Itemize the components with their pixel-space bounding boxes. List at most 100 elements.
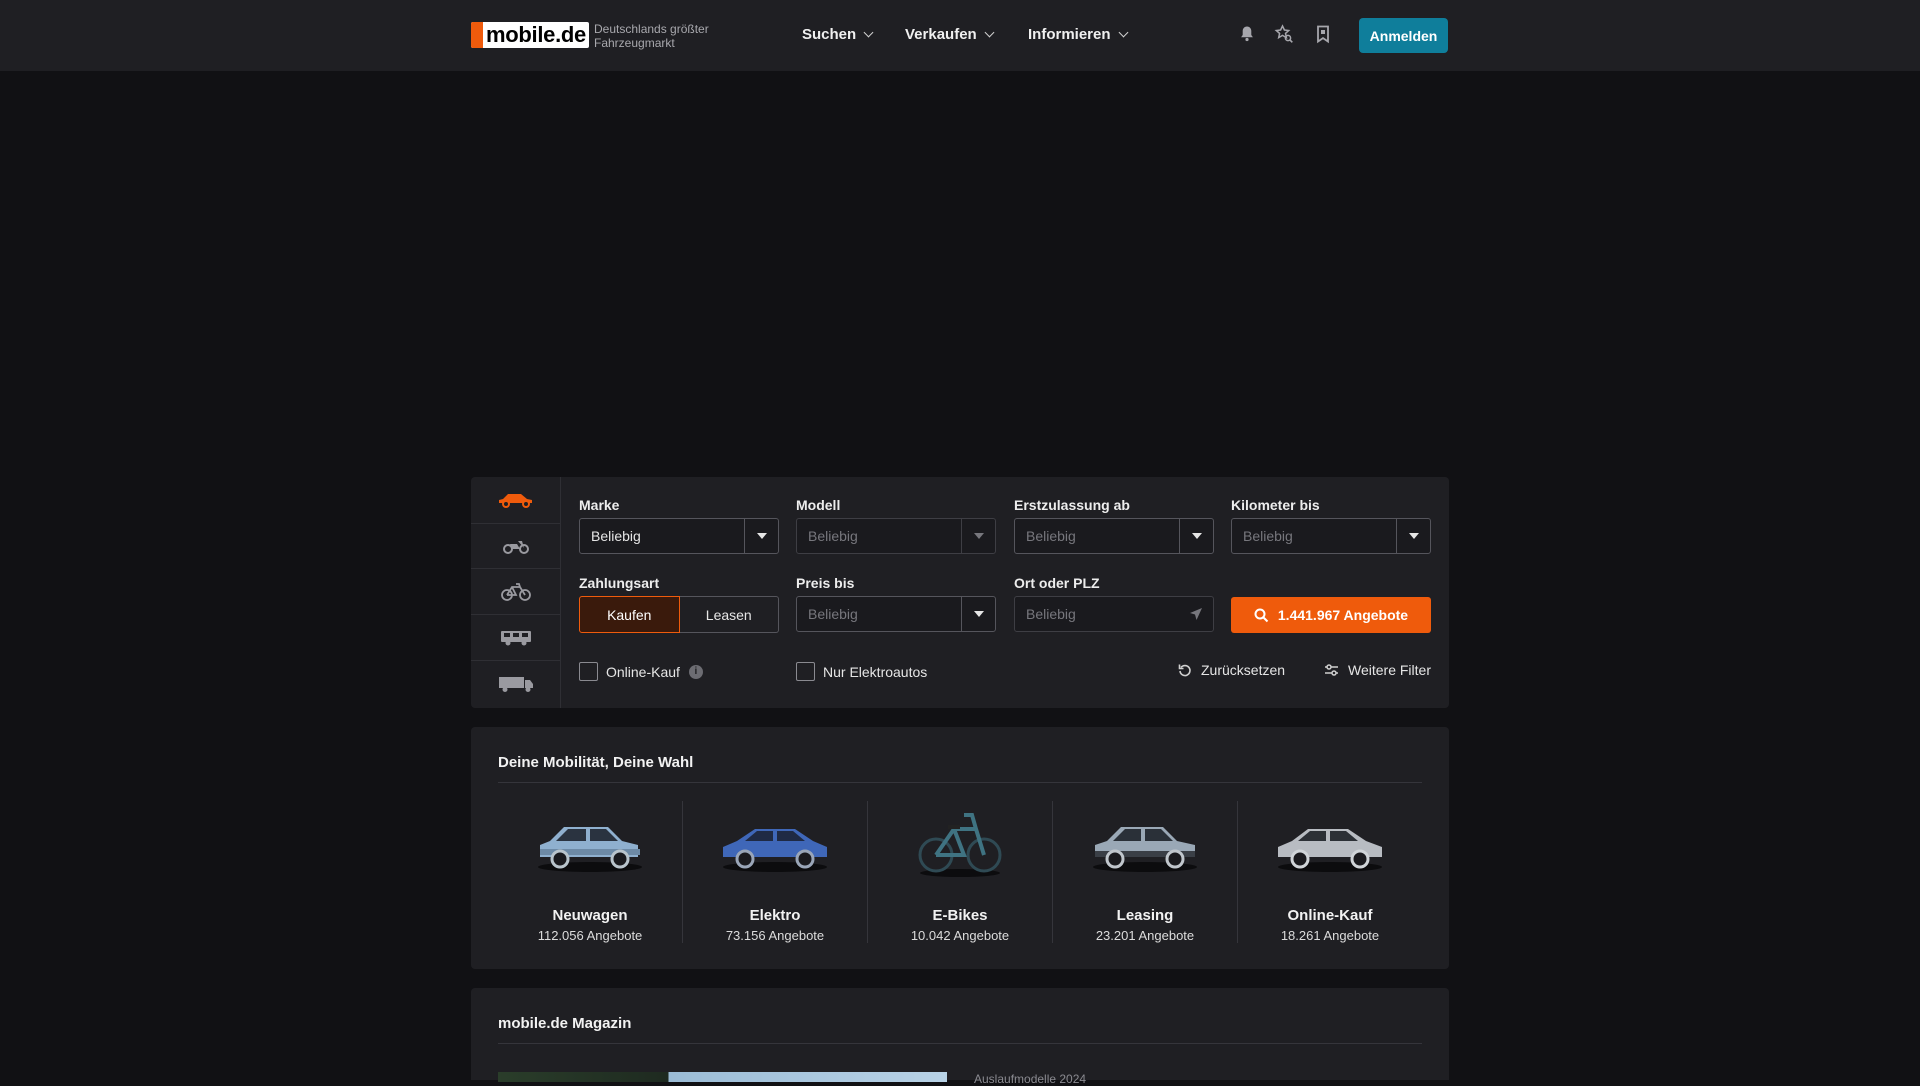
category-name: Neuwagen (552, 907, 628, 924)
leasen-option[interactable]: Leasen (679, 596, 779, 633)
category-online-kauf[interactable]: Online-Kauf 18.261 Angebote (1238, 801, 1422, 943)
zahlungsart-label: Zahlungsart (579, 575, 660, 591)
kilometer-select[interactable]: Beliebig (1231, 518, 1431, 554)
top-header: mobile.de Deutschlands größter Fahrzeugm… (0, 0, 1920, 71)
location-arrow-icon[interactable] (1179, 607, 1213, 621)
category-name: E-Bikes (932, 907, 988, 924)
mobility-categories: Neuwagen 112.056 Angebote Elektro 73.156… (498, 801, 1422, 943)
tab-car[interactable] (471, 477, 560, 523)
filter-sliders-icon (1325, 664, 1338, 676)
dropdown-arrow-icon (744, 519, 778, 553)
kaufen-option[interactable]: Kaufen (579, 596, 680, 633)
magazine-teaser-text[interactable]: Auslaufmodelle 2024 (974, 1072, 1086, 1086)
marke-select[interactable]: Beliebig (579, 518, 779, 554)
magazine-teaser-image[interactable] (498, 1072, 947, 1082)
reset-label: Zurücksetzen (1201, 662, 1286, 678)
truck-icon (498, 677, 533, 692)
dropdown-arrow-icon (961, 519, 995, 553)
nav-suchen[interactable]: Suchen (802, 26, 874, 43)
category-count: 23.201 Angebote (1095, 928, 1195, 943)
marke-label: Marke (579, 497, 620, 513)
category-name: Online-Kauf (1287, 907, 1373, 924)
nav-informieren-label: Informieren (1028, 26, 1111, 43)
payment-type-toggle: Kaufen Leasen (579, 596, 779, 633)
vehicle-type-tabs (471, 477, 561, 708)
search-submit-button[interactable]: 1.441.967 Angebote (1231, 597, 1431, 633)
bell-icon[interactable] (1237, 24, 1257, 44)
chevron-down-icon (863, 27, 874, 37)
nav-suchen-label: Suchen (802, 26, 857, 43)
category-count: 112.056 Angebote (537, 928, 643, 943)
login-button[interactable]: Anmelden (1359, 18, 1448, 53)
erstzulassung-value: Beliebig (1026, 528, 1076, 544)
mobile-de-logo[interactable]: mobile.de (471, 22, 589, 48)
tagline-line2: Fahrzeugmarkt (594, 36, 675, 50)
tagline: Deutschlands größter Fahrzeugmarkt (594, 22, 724, 50)
modell-label: Modell (796, 497, 841, 513)
camper-icon (500, 630, 531, 645)
nav-informieren[interactable]: Informieren (1028, 26, 1128, 43)
modell-select[interactable]: Beliebig (796, 518, 996, 554)
category-name: Leasing (1116, 907, 1174, 924)
kilometer-label: Kilometer bis (1231, 497, 1320, 513)
tab-camper[interactable] (471, 615, 560, 661)
logo-mark (471, 22, 483, 48)
erstzulassung-label: Erstzulassung ab (1014, 497, 1130, 513)
divider (498, 782, 1422, 783)
logo-text: mobile.de (486, 22, 586, 47)
crossover-car-image (1093, 827, 1197, 872)
bicycle-icon (500, 582, 531, 601)
divider (498, 1043, 1422, 1044)
dropdown-arrow-icon (961, 597, 995, 631)
checkbox-box[interactable] (796, 662, 815, 681)
tab-bicycle[interactable] (471, 569, 560, 615)
nur-elektro-label: Nur Elektroautos (823, 663, 928, 680)
hatchback-car-image (1278, 829, 1382, 872)
reset-link[interactable]: Zurücksetzen (1178, 662, 1285, 678)
reset-icon (1178, 664, 1191, 677)
category-elektro[interactable]: Elektro 73.156 Angebote (683, 801, 868, 943)
dropdown-arrow-icon (1396, 519, 1430, 553)
chevron-down-icon (984, 27, 995, 37)
preis-label: Preis bis (796, 575, 855, 591)
magazine-section: mobile.de Magazin Auslaufmodelle 2024 (471, 988, 1449, 1086)
category-neuwagen[interactable]: Neuwagen 112.056 Angebote (498, 801, 683, 943)
info-icon[interactable]: i (688, 664, 703, 679)
category-e-bikes[interactable]: E-Bikes 10.042 Angebote (868, 801, 1053, 943)
quick-search-panel: Marke Beliebig Modell Beliebig Erstzulas… (471, 477, 1449, 708)
tab-motorcycle[interactable] (471, 523, 560, 569)
nav-verkaufen-label: Verkaufen (905, 26, 977, 43)
category-leasing[interactable]: Leasing 23.201 Angebote (1053, 801, 1238, 943)
nur-elektro-checkbox[interactable]: Nur Elektroautos (796, 662, 927, 681)
category-name: Elektro (749, 907, 801, 924)
more-filters-label: Weitere Filter (1348, 662, 1431, 678)
motorcycle-icon (502, 541, 529, 554)
ort-placeholder: Beliebig (1026, 606, 1076, 622)
modell-value: Beliebig (808, 528, 858, 544)
suv-car-image (538, 827, 642, 872)
category-count: 73.156 Angebote (725, 928, 825, 943)
more-filters-link[interactable]: Weitere Filter (1324, 662, 1431, 678)
nav-verkaufen[interactable]: Verkaufen (905, 26, 995, 43)
checkbox-box[interactable] (579, 662, 598, 681)
chevron-down-icon (1118, 27, 1128, 37)
preis-select[interactable]: Beliebig (796, 596, 996, 632)
marke-value: Beliebig (591, 528, 641, 544)
erstzulassung-select[interactable]: Beliebig (1014, 518, 1214, 554)
online-kauf-checkbox[interactable]: Online-Kauf i (579, 662, 703, 681)
dropdown-arrow-icon (1179, 519, 1213, 553)
online-kauf-label: Online-Kauf (606, 663, 680, 680)
preis-value: Beliebig (808, 606, 858, 622)
ort-label: Ort oder PLZ (1014, 575, 1100, 591)
category-count: 18.261 Angebote (1280, 928, 1380, 943)
search-icon (1254, 608, 1269, 622)
search-submit-label: 1.441.967 Angebote (1277, 607, 1409, 623)
bookmark-icon[interactable] (1313, 24, 1333, 44)
kilometer-value: Beliebig (1243, 528, 1293, 544)
magazine-title: mobile.de Magazin (498, 1015, 632, 1032)
ort-input[interactable]: Beliebig (1014, 596, 1214, 632)
electric-car-image (723, 829, 827, 872)
star-search-icon[interactable] (1274, 24, 1294, 44)
tagline-line1: Deutschlands größter (594, 22, 709, 36)
tab-truck[interactable] (471, 661, 560, 707)
